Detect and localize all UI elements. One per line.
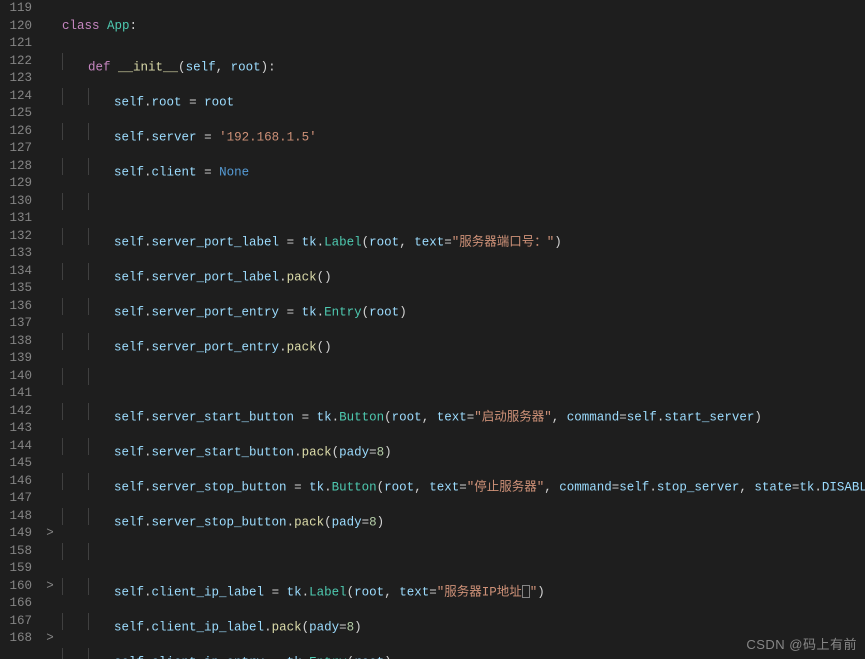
fold-marker[interactable] [42,595,58,613]
fold-marker[interactable] [42,18,58,36]
code-line[interactable] [58,368,865,386]
fold-marker[interactable] [42,35,58,53]
line-number: 142 [0,403,32,421]
code-line[interactable]: self.server_start_button = tk.Button(roo… [58,403,865,421]
fold-marker-collapsed[interactable]: > [42,525,58,543]
line-number: 158 [0,543,32,561]
code-area[interactable]: class App: def __init__(self, root): sel… [58,0,865,659]
fold-marker[interactable] [42,280,58,298]
line-number: 125 [0,105,32,123]
line-number: 160 [0,578,32,596]
fold-marker[interactable] [42,403,58,421]
code-line[interactable]: self.server = '192.168.1.5' [58,123,865,141]
fold-marker[interactable] [42,455,58,473]
code-line[interactable] [58,543,865,561]
fold-marker[interactable] [42,385,58,403]
line-number: 167 [0,613,32,631]
line-number: 134 [0,263,32,281]
code-line[interactable]: self.root = root [58,88,865,106]
line-number: 130 [0,193,32,211]
fold-gutter: > > > [42,0,58,659]
code-line[interactable]: self.server_stop_button = tk.Button(root… [58,473,865,491]
line-number: 145 [0,455,32,473]
code-line[interactable]: self.server_stop_button.pack(pady=8) [58,508,865,526]
code-editor[interactable]: 119 120 121 122 123 124 125 126 127 128 … [0,0,865,659]
code-line[interactable]: self.server_port_entry = tk.Entry(root) [58,298,865,316]
line-number: 133 [0,245,32,263]
fold-marker[interactable] [42,438,58,456]
fold-marker[interactable] [42,350,58,368]
code-line[interactable]: self.client = None [58,158,865,176]
line-number: 166 [0,595,32,613]
line-number: 132 [0,228,32,246]
line-number: 135 [0,280,32,298]
fold-marker[interactable] [42,543,58,561]
fold-marker[interactable] [42,105,58,123]
line-number: 141 [0,385,32,403]
line-number: 137 [0,315,32,333]
fold-marker[interactable] [42,613,58,631]
line-number: 127 [0,140,32,158]
line-number: 131 [0,210,32,228]
line-number: 120 [0,18,32,36]
code-line[interactable]: self.client_ip_entry = tk.Entry(root) [58,648,865,659]
fold-marker[interactable] [42,140,58,158]
fold-marker[interactable] [42,298,58,316]
code-line[interactable]: self.server_port_label.pack() [58,263,865,281]
fold-marker[interactable] [42,53,58,71]
line-number-gutter: 119 120 121 122 123 124 125 126 127 128 … [0,0,42,659]
fold-marker[interactable] [42,508,58,526]
line-number: 146 [0,473,32,491]
fold-marker[interactable] [42,560,58,578]
line-number: 149 [0,525,32,543]
fold-marker-collapsed[interactable]: > [42,578,58,596]
line-number: 121 [0,35,32,53]
line-number: 123 [0,70,32,88]
code-line[interactable]: self.server_port_label = tk.Label(root, … [58,228,865,246]
fold-marker[interactable] [42,193,58,211]
fold-marker[interactable] [42,473,58,491]
code-line[interactable]: class App: [58,18,865,36]
fold-marker[interactable] [42,123,58,141]
line-number: 129 [0,175,32,193]
code-line[interactable]: def __init__(self, root): [58,53,865,71]
line-number: 148 [0,508,32,526]
fold-marker[interactable] [42,420,58,438]
fold-marker[interactable] [42,315,58,333]
line-number: 140 [0,368,32,386]
fold-marker[interactable] [42,0,58,18]
fold-marker[interactable] [42,210,58,228]
line-number: 147 [0,490,32,508]
fold-marker[interactable] [42,88,58,106]
line-number: 124 [0,88,32,106]
fold-marker[interactable] [42,70,58,88]
line-number: 144 [0,438,32,456]
fold-marker[interactable] [42,333,58,351]
line-number: 122 [0,53,32,71]
fold-marker[interactable] [42,490,58,508]
cursor [522,585,530,598]
fold-marker[interactable] [42,245,58,263]
line-number: 138 [0,333,32,351]
code-line[interactable]: self.client_ip_label = tk.Label(root, te… [58,578,865,596]
line-number: 128 [0,158,32,176]
fold-marker[interactable] [42,228,58,246]
code-line[interactable]: self.server_port_entry.pack() [58,333,865,351]
code-line[interactable] [58,193,865,211]
code-line[interactable]: self.server_start_button.pack(pady=8) [58,438,865,456]
line-number: 143 [0,420,32,438]
line-number: 136 [0,298,32,316]
line-number: 159 [0,560,32,578]
fold-marker[interactable] [42,263,58,281]
line-number: 168 [0,630,32,648]
fold-marker[interactable] [42,368,58,386]
code-line[interactable]: self.client_ip_label.pack(pady=8) [58,613,865,631]
fold-marker-collapsed[interactable]: > [42,630,58,648]
fold-marker[interactable] [42,175,58,193]
watermark: CSDN @码上有前 [746,634,857,653]
line-number: 139 [0,350,32,368]
fold-marker[interactable] [42,158,58,176]
line-number: 119 [0,0,32,18]
line-number: 126 [0,123,32,141]
